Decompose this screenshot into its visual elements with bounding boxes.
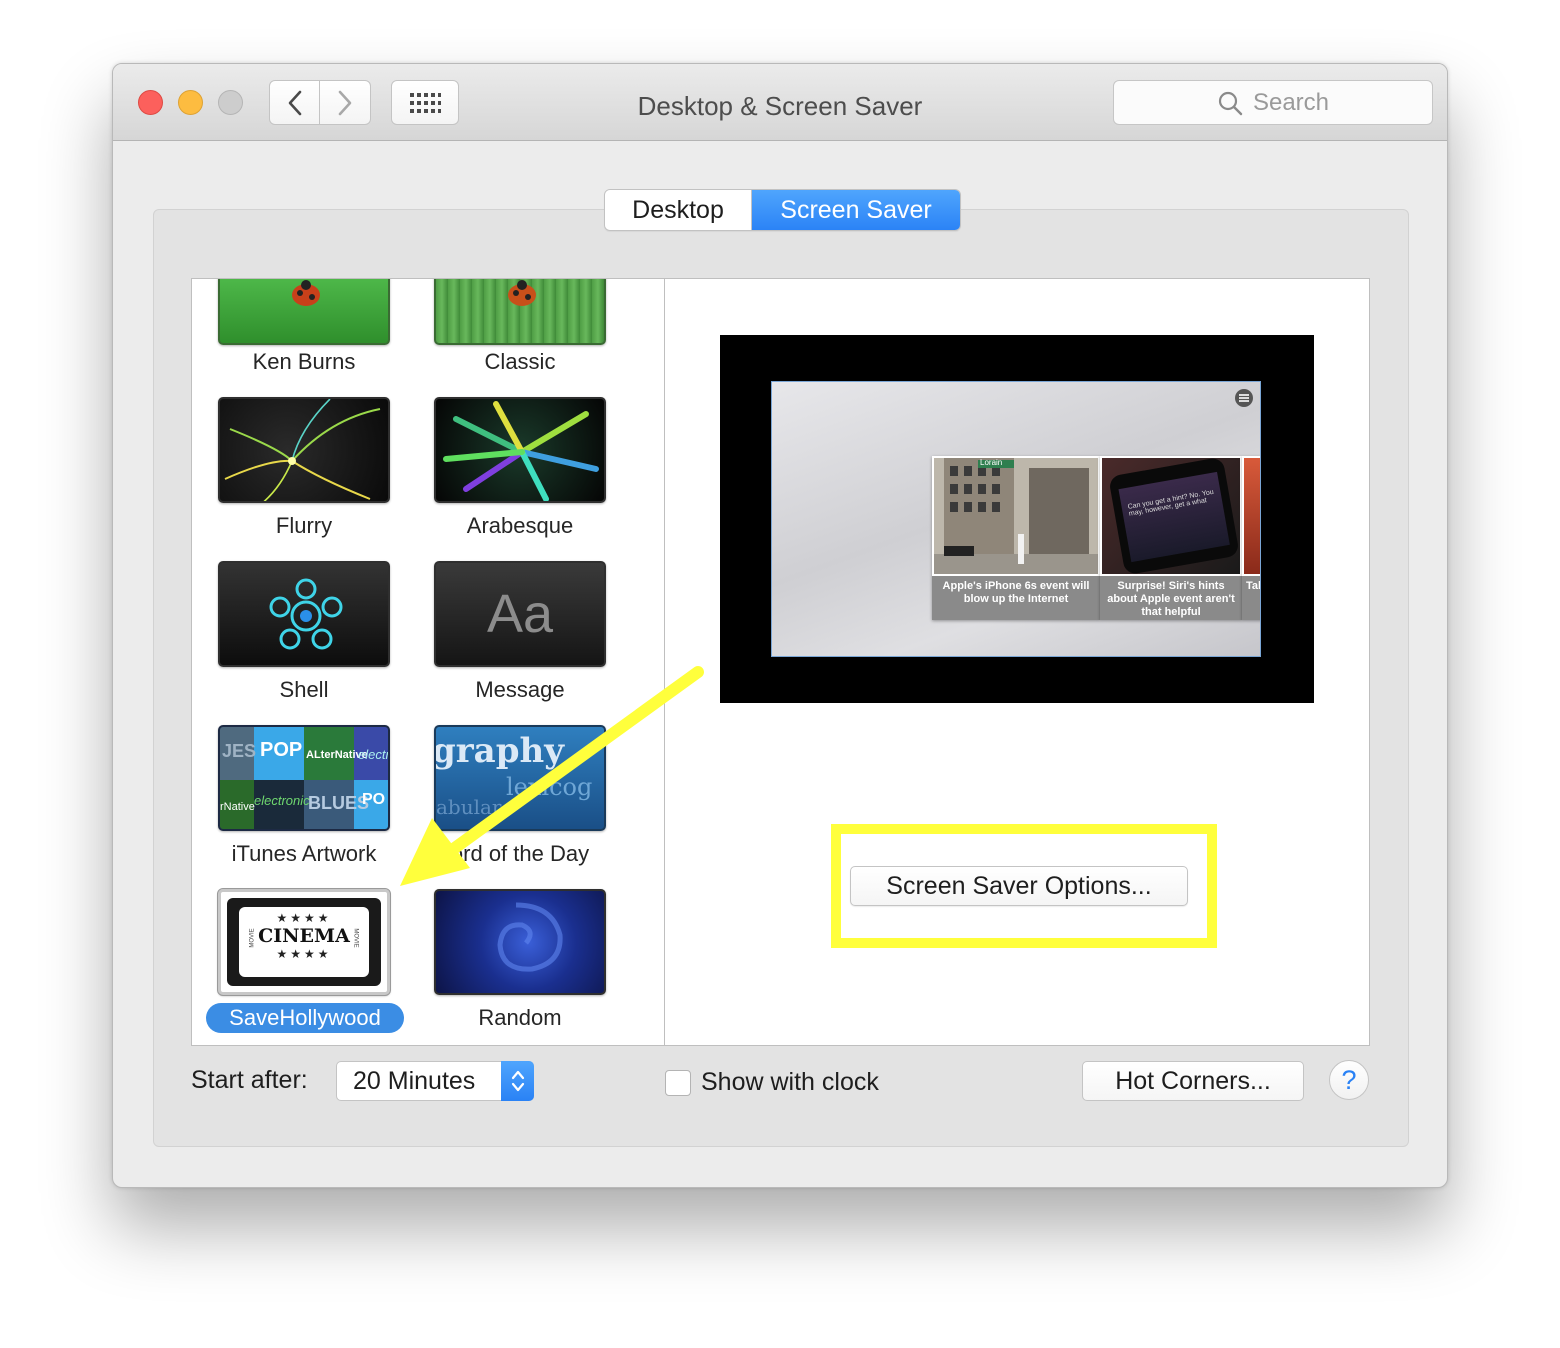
show-with-clock-checkbox[interactable]	[665, 1070, 691, 1096]
ladybug-icon	[508, 280, 536, 306]
street-sign: Lorain	[980, 458, 1003, 467]
ticket-word: CINEMA	[258, 925, 350, 947]
arabesque-art-icon	[443, 401, 599, 501]
flurry-art-icon	[224, 399, 381, 501]
popup-arrows	[501, 1061, 534, 1101]
close-button[interactable]	[138, 90, 163, 115]
updown-chevron-icon	[511, 1070, 524, 1092]
search-field[interactable]: Search	[1113, 80, 1433, 125]
menu-icon[interactable]	[1234, 388, 1254, 408]
screensaver-list[interactable]: Ken Burns Classic Flurry Arabesque Aa Sh…	[191, 278, 665, 1046]
thumb-savehollywood[interactable]: ★★★★ CINEMA ★★★★ MOVIE MOVIE	[217, 888, 391, 996]
minimize-button[interactable]	[178, 90, 203, 115]
card-caption: Apple's iPhone 6s event will blow up the…	[932, 576, 1100, 620]
card-image	[1244, 458, 1260, 574]
phone-image: Can you get a hint? No. You may, however…	[1108, 456, 1240, 576]
ladybug-icon	[292, 280, 320, 306]
label-ken-burns: Ken Burns	[252, 349, 356, 374]
preferences-window: Desktop & Screen Saver Search Desktop Sc…	[112, 63, 1448, 1188]
thumb-arabesque[interactable]	[434, 397, 606, 503]
ticket-stars-top: ★★★★	[276, 911, 332, 925]
chevron-left-icon	[288, 90, 301, 115]
show-with-clock-label: Show with clock	[701, 1068, 879, 1096]
building-image-icon	[934, 458, 1098, 574]
tab-desktop[interactable]: Desktop	[605, 190, 752, 230]
label-shell: Shell	[279, 677, 329, 702]
start-after-value: 20 Minutes	[353, 1066, 476, 1095]
shell-art-icon	[269, 578, 343, 650]
thumb-classic[interactable]	[434, 279, 606, 345]
ticket-side-right: MOVIE	[352, 928, 359, 948]
thumb-message[interactable]: Aa	[434, 561, 606, 667]
thumb-flurry[interactable]	[218, 397, 390, 503]
thumb-random[interactable]	[434, 889, 606, 995]
preview-screen: Lorain Apple's iPhone 6s event will blow…	[771, 381, 1261, 657]
card-image: Lorain	[934, 458, 1098, 574]
tab-screen-saver[interactable]: Screen Saver	[752, 190, 960, 230]
label-flurry: Flurry	[275, 513, 333, 538]
search-placeholder: Search	[1252, 88, 1330, 116]
zoom-button[interactable]	[218, 90, 243, 115]
swirl-icon	[497, 902, 563, 972]
news-card[interactable]: Can you get a hint? No. You may, however…	[1100, 456, 1242, 620]
thumb-itunes-artwork[interactable]: JES POP ALterNative electr rNative elect…	[218, 725, 390, 831]
cinema-ticket: ★★★★ CINEMA ★★★★ MOVIE MOVIE	[239, 907, 369, 977]
thumb-ken-burns[interactable]	[218, 279, 390, 345]
thumb-shell[interactable]	[218, 561, 390, 667]
news-card[interactable]: Lorain Apple's iPhone 6s event will blow…	[932, 456, 1100, 620]
message-glyph: Aa	[486, 584, 554, 644]
label-random: Random	[478, 1005, 562, 1030]
label-message: Message	[475, 677, 565, 702]
label-word-of-the-day: ord of the Day	[450, 841, 590, 866]
forward-button[interactable]	[320, 80, 371, 125]
label-classic: Classic	[484, 349, 556, 374]
ticket-stars-bottom: ★★★★	[276, 947, 332, 961]
back-button[interactable]	[269, 80, 320, 125]
hot-corners-button[interactable]: Hot Corners...	[1082, 1061, 1304, 1101]
show-all-button[interactable]	[391, 80, 459, 125]
card-image: Can you get a hint? No. You may, however…	[1102, 456, 1240, 576]
news-card[interactable]: Tak	[1242, 456, 1260, 620]
chevron-right-icon	[338, 90, 352, 115]
card-caption: Surprise! Siri's hints about Apple event…	[1100, 576, 1242, 620]
card-caption: Tak	[1242, 576, 1260, 620]
label-arabesque: Arabesque	[466, 513, 574, 538]
start-after-popup[interactable]: 20 Minutes	[336, 1061, 534, 1101]
help-button[interactable]: ?	[1329, 1060, 1369, 1100]
grid-icon	[410, 92, 441, 113]
ticket-side-left: MOVIE	[249, 928, 256, 948]
preview-monitor: Lorain Apple's iPhone 6s event will blow…	[720, 335, 1314, 703]
title-bar: Desktop & Screen Saver Search	[113, 64, 1447, 141]
start-after-label: Start after:	[191, 1066, 308, 1094]
label-itunes-artwork: iTunes Artwork	[231, 841, 377, 866]
screen-saver-options-button[interactable]: Screen Saver Options...	[850, 866, 1188, 906]
label-savehollywood: SaveHollywood	[206, 1003, 404, 1033]
search-icon	[1218, 91, 1243, 115]
tab-control: Desktop Screen Saver	[604, 189, 961, 231]
thumb-word-of-the-day[interactable]: graphy lexicog abular	[434, 725, 606, 831]
